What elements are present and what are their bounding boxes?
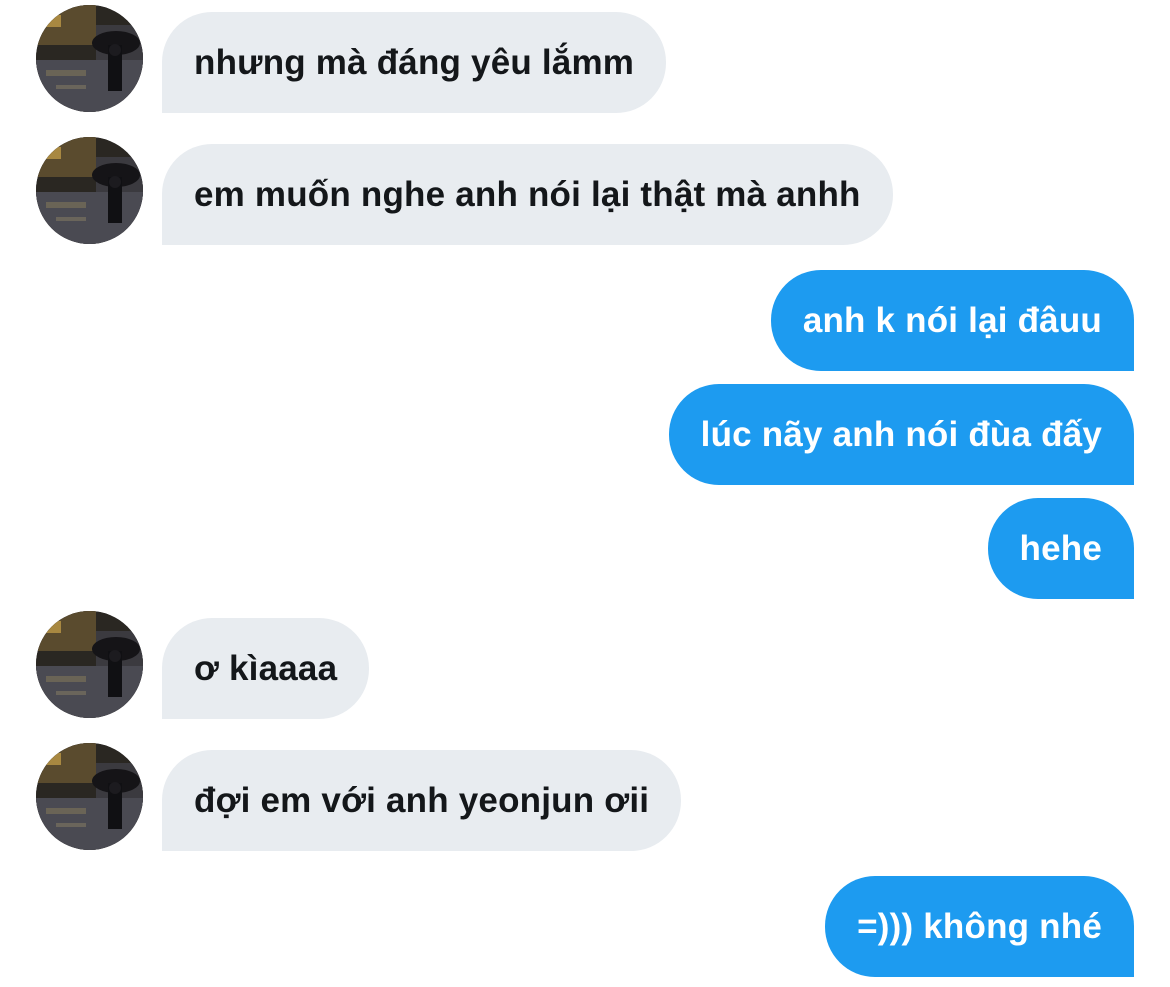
message-thread: nhưng mà đáng yêu lắmm em muốn nghe anh … — [0, 0, 1170, 987]
message-text: ơ kìaaaa — [194, 648, 338, 688]
message-text: =))) không nhé — [857, 906, 1102, 946]
avatar-photo-icon — [36, 5, 143, 112]
message-text: hehe — [1019, 528, 1102, 568]
message-text: lúc nãy anh nói đùa đấy — [700, 414, 1102, 454]
avatar[interactable] — [36, 611, 143, 718]
incoming-message-bubble[interactable]: đợi em với anh yeonjun ơii — [162, 750, 682, 851]
message-text: em muốn nghe anh nói lại thật mà anhh — [194, 174, 861, 214]
avatar[interactable] — [36, 743, 143, 850]
outgoing-message-bubble[interactable]: =))) không nhé — [825, 876, 1134, 977]
message-text: đợi em với anh yeonjun ơii — [194, 780, 650, 820]
avatar-photo-icon — [36, 611, 143, 718]
outgoing-message-bubble[interactable]: anh k nói lại đâuu — [770, 270, 1134, 371]
incoming-message-bubble[interactable]: em muốn nghe anh nói lại thật mà anhh — [162, 144, 893, 245]
avatar[interactable] — [36, 5, 143, 112]
outgoing-message-bubble[interactable]: hehe — [987, 498, 1134, 599]
incoming-message-bubble[interactable]: ơ kìaaaa — [162, 618, 370, 719]
outgoing-message-bubble[interactable]: lúc nãy anh nói đùa đấy — [668, 384, 1134, 485]
avatar-photo-icon — [36, 137, 143, 244]
avatar-photo-icon — [36, 743, 143, 850]
message-text: nhưng mà đáng yêu lắmm — [194, 42, 635, 82]
message-text: anh k nói lại đâuu — [802, 300, 1102, 340]
avatar[interactable] — [36, 137, 143, 244]
incoming-message-bubble[interactable]: nhưng mà đáng yêu lắmm — [162, 12, 667, 113]
